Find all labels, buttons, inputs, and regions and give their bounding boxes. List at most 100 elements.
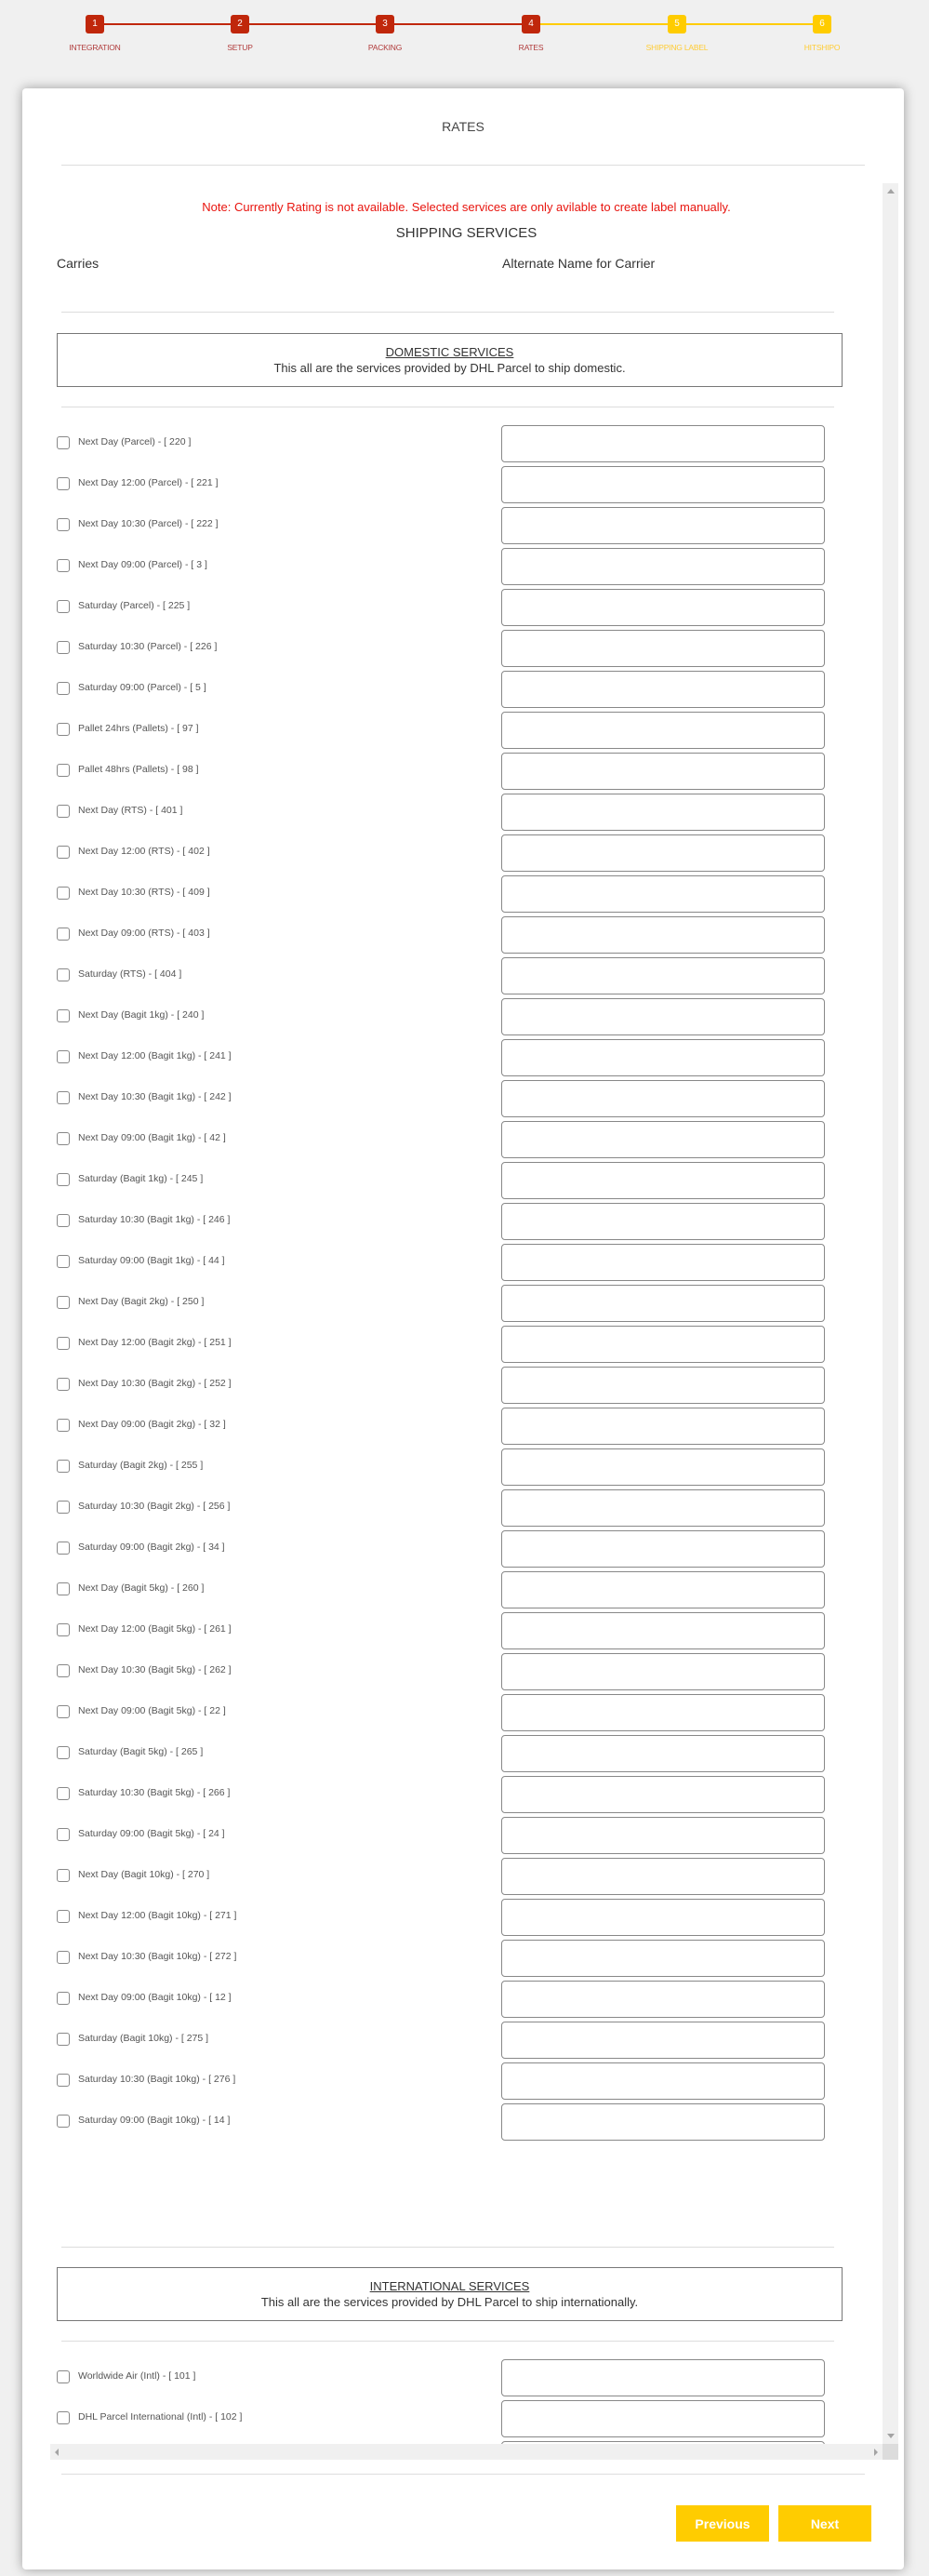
alternate-name-input[interactable] <box>501 1776 825 1813</box>
alternate-name-input[interactable] <box>501 1080 825 1117</box>
service-checkbox[interactable] <box>57 1501 70 1514</box>
alternate-name-input[interactable] <box>501 589 825 626</box>
service-checkbox[interactable] <box>57 1746 70 1759</box>
next-button[interactable]: Next <box>778 2505 871 2542</box>
service-checkbox[interactable] <box>57 1214 70 1227</box>
service-checkbox[interactable] <box>57 2411 70 2424</box>
alternate-name-input[interactable] <box>501 507 825 544</box>
service-checkbox[interactable] <box>57 518 70 531</box>
alternate-name-input[interactable] <box>501 834 825 872</box>
alternate-name-input[interactable] <box>501 1530 825 1568</box>
alternate-name-input[interactable] <box>501 1694 825 1731</box>
service-checkbox[interactable] <box>57 1460 70 1473</box>
alternate-name-input[interactable] <box>501 630 825 667</box>
service-checkbox[interactable] <box>57 1828 70 1841</box>
service-checkbox[interactable] <box>57 436 70 449</box>
alternate-name-input[interactable] <box>501 1612 825 1649</box>
service-checkbox[interactable] <box>57 1337 70 1350</box>
alternate-name-input[interactable] <box>501 1489 825 1527</box>
alternate-name-input[interactable] <box>501 425 825 462</box>
services-scroll-area[interactable]: Note: Currently Rating is not available.… <box>50 183 898 2460</box>
alternate-name-input[interactable] <box>501 2022 825 2059</box>
alternate-name-input[interactable] <box>501 2400 825 2437</box>
service-checkbox[interactable] <box>57 887 70 900</box>
service-checkbox[interactable] <box>57 1173 70 1186</box>
service-checkbox[interactable] <box>57 723 70 736</box>
service-checkbox[interactable] <box>57 1623 70 1636</box>
alternate-name-input[interactable] <box>501 916 825 954</box>
alternate-name-input[interactable] <box>501 1408 825 1445</box>
alternate-name-input[interactable] <box>501 753 825 790</box>
service-checkbox[interactable] <box>57 1787 70 1800</box>
vertical-scrollbar[interactable] <box>883 183 898 2444</box>
alternate-name-input[interactable] <box>501 1326 825 1363</box>
service-checkbox[interactable] <box>57 1009 70 1022</box>
service-checkbox[interactable] <box>57 1951 70 1964</box>
service-checkbox[interactable] <box>57 477 70 490</box>
alternate-name-input[interactable] <box>501 1203 825 1240</box>
step-2[interactable]: 2 SETUP <box>227 15 253 52</box>
service-checkbox[interactable] <box>57 1542 70 1555</box>
horizontal-scrollbar[interactable] <box>50 2444 883 2460</box>
service-checkbox[interactable] <box>57 2033 70 2046</box>
service-checkbox[interactable] <box>57 1992 70 2005</box>
service-checkbox[interactable] <box>57 1869 70 1882</box>
step-6[interactable]: 6 HITSHIPO <box>804 15 840 52</box>
alternate-name-input[interactable] <box>501 1981 825 2018</box>
alternate-name-input[interactable] <box>501 1285 825 1322</box>
alternate-name-input[interactable] <box>501 1367 825 1404</box>
previous-button[interactable]: Previous <box>676 2505 769 2542</box>
service-checkbox[interactable] <box>57 1050 70 1063</box>
alternate-name-input[interactable] <box>501 1448 825 1486</box>
scroll-right-arrow-icon[interactable] <box>874 2449 878 2456</box>
alternate-name-input[interactable] <box>501 2359 825 2396</box>
service-checkbox[interactable] <box>57 928 70 941</box>
service-checkbox[interactable] <box>57 682 70 695</box>
service-checkbox[interactable] <box>57 968 70 981</box>
service-checkbox[interactable] <box>57 1296 70 1309</box>
service-checkbox[interactable] <box>57 1910 70 1923</box>
service-checkbox[interactable] <box>57 2370 70 2383</box>
alternate-name-input[interactable] <box>501 794 825 831</box>
service-checkbox[interactable] <box>57 1132 70 1145</box>
service-checkbox[interactable] <box>57 1091 70 1104</box>
step-4[interactable]: 4 RATES <box>519 15 544 52</box>
service-checkbox[interactable] <box>57 1255 70 1268</box>
alternate-name-input[interactable] <box>501 1162 825 1199</box>
scroll-left-arrow-icon[interactable] <box>55 2449 59 2456</box>
service-checkbox[interactable] <box>57 1705 70 1718</box>
alternate-name-input[interactable] <box>501 671 825 708</box>
alternate-name-input[interactable] <box>501 2062 825 2100</box>
alternate-name-input[interactable] <box>501 875 825 913</box>
step-5[interactable]: 5 SHIPPING LABEL <box>646 15 709 52</box>
alternate-name-input[interactable] <box>501 1121 825 1158</box>
alternate-name-input[interactable] <box>501 998 825 1035</box>
service-checkbox[interactable] <box>57 641 70 654</box>
alternate-name-input[interactable] <box>501 712 825 749</box>
alternate-name-input[interactable] <box>501 466 825 503</box>
service-checkbox[interactable] <box>57 2115 70 2128</box>
alternate-name-input[interactable] <box>501 1735 825 1772</box>
service-checkbox[interactable] <box>57 764 70 777</box>
service-checkbox[interactable] <box>57 1419 70 1432</box>
step-3[interactable]: 3 PACKING <box>368 15 402 52</box>
alternate-name-input[interactable] <box>501 2103 825 2141</box>
service-checkbox[interactable] <box>57 600 70 613</box>
service-checkbox[interactable] <box>57 1664 70 1677</box>
alternate-name-input[interactable] <box>501 1899 825 1936</box>
alternate-name-input[interactable] <box>501 548 825 585</box>
step-1[interactable]: 1 INTEGRATION <box>69 15 121 52</box>
alternate-name-input[interactable] <box>501 1039 825 1076</box>
scroll-down-arrow-icon[interactable] <box>887 2434 895 2438</box>
service-checkbox[interactable] <box>57 2074 70 2087</box>
alternate-name-input[interactable] <box>501 1244 825 1281</box>
service-checkbox[interactable] <box>57 1378 70 1391</box>
service-checkbox[interactable] <box>57 559 70 572</box>
service-checkbox[interactable] <box>57 805 70 818</box>
alternate-name-input[interactable] <box>501 1858 825 1895</box>
alternate-name-input[interactable] <box>501 1571 825 1608</box>
alternate-name-input[interactable] <box>501 1817 825 1854</box>
service-checkbox[interactable] <box>57 1582 70 1595</box>
alternate-name-input[interactable] <box>501 957 825 994</box>
scroll-up-arrow-icon[interactable] <box>887 189 895 194</box>
